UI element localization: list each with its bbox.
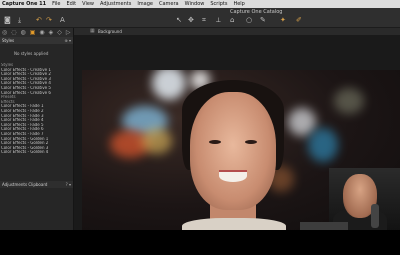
viewer-tab-bar: ▦ Background xyxy=(74,28,400,35)
menu-camera[interactable]: Camera xyxy=(159,0,179,8)
microphone-icon xyxy=(371,204,379,228)
no-styles-message: No styles applied xyxy=(14,51,49,56)
straighten-icon[interactable]: ⟂ xyxy=(216,17,221,24)
tool-tab-library[interactable]: ◎ xyxy=(2,28,7,37)
color-picker-icon[interactable]: ✦ xyxy=(280,17,286,24)
bottom-letterbox xyxy=(0,230,400,255)
window-title: Capture One Catalog xyxy=(230,9,283,15)
mask-icon[interactable]: ✎ xyxy=(260,17,266,24)
menu-window[interactable]: Window xyxy=(185,0,205,8)
tool-tab-color[interactable]: ▣ xyxy=(30,28,36,37)
layer-label[interactable]: Background xyxy=(98,28,122,35)
cursor-icon[interactable]: ↖ xyxy=(176,17,182,24)
menu-adjustments[interactable]: Adjustments xyxy=(100,0,131,8)
menu-view[interactable]: View xyxy=(82,0,94,8)
menu-edit[interactable]: Edit xyxy=(66,0,76,8)
tool-panel: ◎ ◌ ◍ ▣ ◉ ◈ ◇ ▷ Styles ⊕ ▾ No styles app… xyxy=(0,28,74,230)
menu-app-name[interactable]: Capture One 11 xyxy=(2,0,46,8)
crop-icon[interactable]: ⌗ xyxy=(202,17,206,24)
text-icon[interactable]: A xyxy=(60,17,65,24)
import-icon[interactable]: ⤓ xyxy=(18,17,21,24)
clipboard-panel-controls[interactable]: ? ▾ xyxy=(66,181,71,188)
camera-capture-icon[interactable]: ◙ xyxy=(4,17,11,24)
keystone-icon[interactable]: ⌂ xyxy=(230,17,234,24)
tool-tabs: ◎ ◌ ◍ ▣ ◉ ◈ ◇ ▷ xyxy=(0,28,73,37)
menu-image[interactable]: Image xyxy=(137,0,153,8)
menu-help[interactable]: Help xyxy=(233,0,244,8)
tool-tab-exposure[interactable]: ◉ xyxy=(39,28,44,37)
styles-panel-controls[interactable]: ⊕ ▾ xyxy=(64,37,71,44)
redo-icon[interactable]: ↷ xyxy=(46,17,52,24)
menu-file[interactable]: File xyxy=(52,0,60,8)
clipboard-panel-title: Adjustments Clipboard xyxy=(2,182,48,187)
spot-icon[interactable]: ○ xyxy=(246,17,252,24)
pan-icon[interactable]: ✥ xyxy=(188,17,194,24)
undo-icon[interactable]: ↶ xyxy=(36,17,42,24)
styles-list: Styles Color Effects - Creative 1 Color … xyxy=(0,63,73,155)
tool-tab-capture[interactable]: ◌ xyxy=(11,28,16,37)
menu-scripts[interactable]: Scripts xyxy=(210,0,227,8)
tool-tab-output[interactable]: ▷ xyxy=(66,28,71,37)
list-item[interactable]: Color Effects - Golden 4 xyxy=(0,150,73,155)
styles-panel-header[interactable]: Styles ⊕ ▾ xyxy=(0,37,73,44)
tool-tab-details[interactable]: ◈ xyxy=(49,28,54,37)
white-balance-icon[interactable]: ✐ xyxy=(296,17,302,24)
main-toolbar: Capture One Catalog ◙ ⤓ ↶ ↷ A ↖ ✥ ⌗ ⟂ ⌂ … xyxy=(0,8,400,28)
styles-panel-title: Styles xyxy=(2,38,15,43)
tool-tab-adjustments[interactable]: ◇ xyxy=(57,28,62,37)
menu-bar: Capture One 11 File Edit View Adjustment… xyxy=(0,0,400,8)
tool-tab-lens[interactable]: ◍ xyxy=(21,28,26,37)
clipboard-panel-header[interactable]: Adjustments Clipboard ? ▾ xyxy=(0,181,73,188)
layer-icon[interactable]: ▦ xyxy=(90,28,95,35)
